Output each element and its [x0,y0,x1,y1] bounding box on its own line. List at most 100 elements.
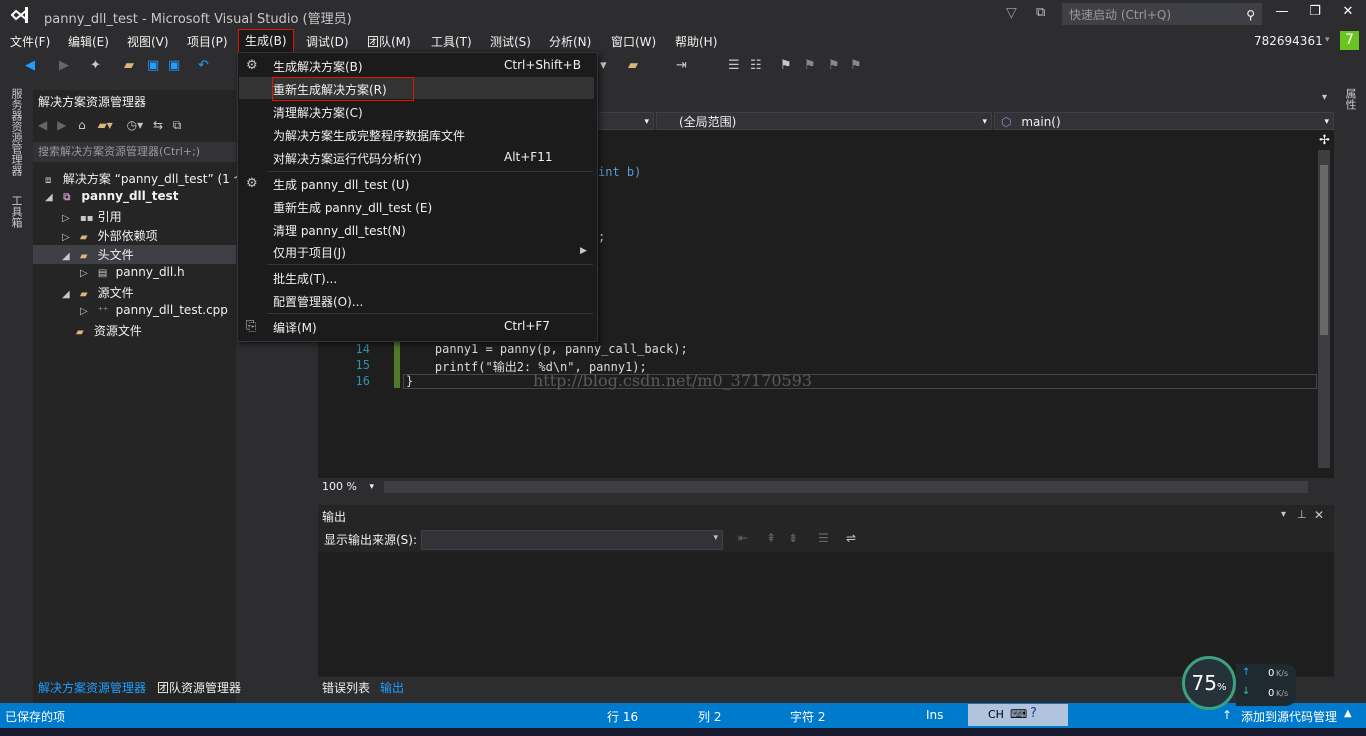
minimize-button[interactable]: — [1270,4,1294,24]
help-icon[interactable]: ? [1030,706,1037,721]
menu-edit[interactable]: 编辑(E) [68,33,109,50]
feedback-icon[interactable]: ⧉ [1036,5,1045,20]
tab-output[interactable]: 输出 [380,679,404,696]
menu-item-rebuild-project[interactable]: 重新生成 panny_dll_test (E) [273,199,432,216]
ime-toolbar[interactable]: CH ⌨ ? [968,704,1068,726]
pending-changes-icon[interactable]: ◷▾ [127,118,144,132]
pin-icon[interactable]: ⊥ [1297,508,1307,521]
output-text-area[interactable] [318,552,1334,676]
menu-tools[interactable]: 工具(T) [431,33,472,50]
menu-item-project-only[interactable]: 仅用于项目(J) [273,244,346,261]
bookmark-next-icon[interactable]: ⚑ [828,58,840,73]
collapsed-arrow-icon[interactable]: ▷ [80,306,94,317]
menu-item-rebuild-solution[interactable]: 重新生成解决方案(R) [273,81,387,98]
solution-explorer-toolbar-icon[interactable]: ▰ [628,58,638,73]
step-icon[interactable]: ⇥ [676,58,687,73]
comment-icon[interactable]: ☰ [728,58,740,73]
split-editor-icon[interactable]: ✢ [1319,133,1330,148]
chevron-down-icon[interactable]: ▾ [1325,35,1330,45]
panel-menu-icon[interactable]: ▾ [1281,509,1286,520]
menu-project[interactable]: 项目(P) [187,33,228,50]
home-icon[interactable]: ⌂ [78,118,86,132]
menu-file[interactable]: 文件(F) [10,33,50,50]
close-window-button[interactable]: ✕ [1336,4,1360,24]
keyboard-icon[interactable]: ⌨ [1010,707,1027,721]
tab-solution-explorer[interactable]: 解决方案资源管理器 [38,679,146,696]
collapsed-arrow-icon[interactable]: ▷ [62,213,76,224]
filter-icon[interactable]: ▽ [1006,5,1017,21]
new-project-icon[interactable]: ✦ [90,58,101,73]
toolbar-find-icon[interactable]: ▾ [600,58,607,73]
expanded-arrow-icon[interactable]: ◢ [62,289,76,300]
switch-view-icon[interactable]: ▰▾ [98,118,113,132]
word-wrap-icon[interactable]: ⇌ [846,531,856,545]
menu-item-clean-project[interactable]: 清理 panny_dll_test(N) [273,222,406,239]
tree-item-resource-files[interactable]: ▰ 资源文件 [76,322,142,339]
menu-item-compile[interactable]: 编译(M) [273,319,317,336]
menu-view[interactable]: 视图(V) [127,33,169,50]
tree-item-header-files[interactable]: ◢ ▰ 头文件 [62,246,134,263]
undo-icon[interactable]: ↶ [198,58,209,73]
collapse-all-icon[interactable]: ⧉ [173,118,182,132]
tree-item-source-files[interactable]: ◢ ▰ 源文件 [62,284,134,301]
menu-item-build-solution[interactable]: 生成解决方案(B) [273,58,363,75]
open-file-icon[interactable]: ▰ [124,58,134,73]
menu-team[interactable]: 团队(M) [367,33,411,50]
toolbox-tab[interactable]: 工具箱 [8,195,24,228]
tree-item-panny-dll-test-cpp[interactable]: ▷ ⁺⁺ panny_dll_test.cpp [80,303,228,317]
menu-test[interactable]: 测试(S) [490,33,531,50]
output-source-select[interactable]: ▾ [421,530,723,550]
forward-icon[interactable]: ▶ [59,58,69,73]
collapsed-arrow-icon[interactable]: ▷ [62,232,76,243]
add-to-source-control[interactable]: 添加到源代码管理 [1241,708,1337,725]
back-icon[interactable]: ◀ [25,58,35,73]
memory-usage-gauge[interactable]: 75% [1182,656,1236,710]
tree-item-project[interactable]: ◢ ⧉ panny_dll_test [45,189,179,203]
find-next-icon[interactable]: ⇟ [788,531,798,545]
back-icon[interactable]: ◀ [38,118,47,132]
menu-item-run-code-analysis[interactable]: 对解决方案运行代码分析(Y) [273,150,422,167]
tree-item-external-deps[interactable]: ▷ ▰ 外部依赖项 [62,227,158,244]
bookmark-icon[interactable]: ⚑ [780,58,792,73]
notification-badge[interactable]: 7 [1340,31,1359,50]
menu-debug[interactable]: 调试(D) [306,33,349,50]
solution-explorer-search-input[interactable]: 搜索解决方案资源管理器(Ctrl+;) [33,142,236,162]
tab-team-explorer[interactable]: 团队资源管理器 [157,679,241,696]
menu-item-generate-pdb[interactable]: 为解决方案生成完整程序数据库文件 [273,127,465,144]
menu-window[interactable]: 窗口(W) [611,33,656,50]
ime-language[interactable]: CH [988,708,1004,721]
save-all-icon[interactable]: ▣ [168,58,180,73]
save-icon[interactable]: ▣ [147,58,159,73]
bookmark-clear-icon[interactable]: ⚑ [850,58,862,73]
scrollbar-thumb[interactable] [1320,165,1328,335]
clear-all-icon[interactable]: ☰ [818,531,829,545]
close-icon[interactable]: ✕ [1314,508,1324,522]
expanded-arrow-icon[interactable]: ◢ [62,251,76,262]
horizontal-scrollbar[interactable] [384,481,1308,493]
tree-item-panny-dll-h[interactable]: ▷ ▤ panny_dll.h [80,265,185,279]
tree-item-references[interactable]: ▷ ▪▪ 引用 [62,208,122,225]
expanded-arrow-icon[interactable]: ◢ [45,192,59,203]
quick-launch-input[interactable]: 快速启动 (Ctrl+Q) ⚲ [1062,3,1262,25]
scope-dropdown[interactable]: (全局范围) ▾ [656,112,992,130]
properties-tab[interactable]: 属性 [1342,88,1358,110]
menu-help[interactable]: 帮助(H) [675,33,717,50]
collapsed-arrow-icon[interactable]: ▷ [80,268,94,279]
zoom-dropdown[interactable]: 100 % ▾ [318,479,378,495]
user-account[interactable]: 782694361 [1254,34,1323,48]
tab-overflow-icon[interactable]: ▾ [1322,92,1327,103]
menu-build[interactable]: 生成(B) [238,29,294,53]
uncomment-icon[interactable]: ☷ [750,58,762,73]
menu-analyze[interactable]: 分析(N) [549,33,591,50]
goto-prev-message-icon[interactable]: ⇤ [738,531,748,545]
server-explorer-tab[interactable]: 服务器资源管理器 [8,88,24,176]
menu-item-configuration-manager[interactable]: 配置管理器(O)... [273,293,363,310]
bookmark-prev-icon[interactable]: ⚑ [804,58,816,73]
find-prev-icon[interactable]: ⇞ [766,531,776,545]
tree-item-solution[interactable]: ⧈ 解决方案 “panny_dll_test” (1 个 [45,170,246,187]
maximize-button[interactable]: ❐ [1303,4,1327,24]
sync-icon[interactable]: ⇆ [153,118,163,132]
menu-item-clean-solution[interactable]: 清理解决方案(C) [273,104,363,121]
forward-icon[interactable]: ▶ [57,118,66,132]
chevron-up-icon[interactable]: ▲ [1344,708,1352,719]
